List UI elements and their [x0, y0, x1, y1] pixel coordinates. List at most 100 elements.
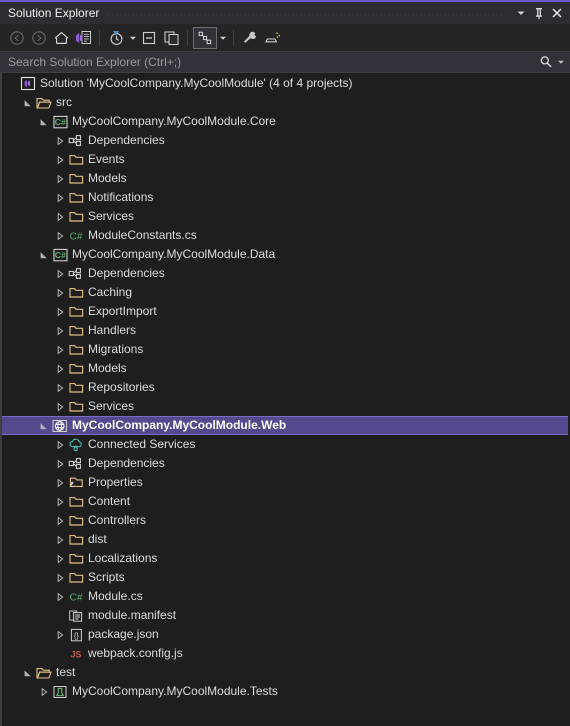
tree-row[interactable]: Localizations [2, 549, 570, 568]
tree-row-label: Services [88, 209, 135, 223]
chevron-collapsed-icon[interactable] [52, 321, 67, 340]
tree-row[interactable]: Dependencies [2, 131, 570, 150]
folder-icon [67, 511, 85, 530]
search-options-dropdown[interactable] [555, 51, 566, 73]
pending-changes-dropdown[interactable] [127, 27, 138, 49]
toolbar-separator [233, 29, 234, 46]
tree-row[interactable]: Services [2, 397, 570, 416]
tree-row[interactable]: MyCoolCompany.MyCoolModule.Tests [2, 682, 570, 701]
tree-row[interactable]: Solution 'MyCoolCompany.MyCoolModule' (4… [2, 74, 570, 93]
folder-icon [67, 397, 85, 416]
tree-row[interactable]: C# Module.cs [2, 587, 570, 606]
arrow-left-circle-icon [10, 30, 24, 45]
tree-row[interactable]: Models [2, 359, 570, 378]
tree-row[interactable]: Services [2, 207, 570, 226]
tree-row[interactable]: Connected Services [2, 435, 570, 454]
collapse-all-button[interactable] [138, 27, 160, 49]
chevron-collapsed-icon[interactable] [52, 397, 67, 416]
chevron-collapsed-icon[interactable] [52, 378, 67, 397]
tree-row[interactable]: MyCoolCompany.MyCoolModule.Web [2, 416, 568, 435]
tree-row[interactable]: Caching [2, 283, 570, 302]
pin-window-button[interactable] [530, 4, 548, 22]
chevron-expanded-icon[interactable] [36, 416, 51, 435]
tree-row[interactable]: {} package.json [2, 625, 570, 644]
chevron-collapsed-icon[interactable] [52, 169, 67, 188]
chevron-collapsed-icon[interactable] [52, 264, 67, 283]
tree-row[interactable]: dist [2, 530, 570, 549]
show-all-files-button[interactable] [193, 26, 217, 49]
toolbar-separator [187, 29, 188, 46]
chevron-collapsed-icon[interactable] [36, 682, 51, 701]
tree-row[interactable]: Repositories [2, 378, 570, 397]
chevron-collapsed-icon[interactable] [52, 530, 67, 549]
tree-row[interactable]: Notifications [2, 188, 570, 207]
tree-row[interactable]: Models [2, 169, 570, 188]
preview-selected-items-button[interactable] [261, 27, 283, 49]
svg-text:C#: C# [70, 231, 83, 242]
properties-window-button[interactable] [72, 27, 94, 49]
solution-explorer-panel: Solution Explorer Search Solution Explor… [0, 0, 570, 726]
chevron-collapsed-icon[interactable] [52, 207, 67, 226]
close-window-button[interactable] [548, 4, 566, 22]
tree-row[interactable]: C# MyCoolCompany.MyCoolModule.Data [2, 245, 570, 264]
chevron-collapsed-icon[interactable] [52, 150, 67, 169]
chevron-collapsed-icon[interactable] [52, 473, 67, 492]
tree-row[interactable]: Migrations [2, 340, 570, 359]
tree-row[interactable]: Properties [2, 473, 570, 492]
navigate-back-button[interactable] [6, 27, 28, 49]
chevron-expanded-icon[interactable] [36, 112, 51, 131]
tree-row[interactable]: Dependencies [2, 264, 570, 283]
tree-row[interactable]: Content [2, 492, 570, 511]
tree-row-label: Solution 'MyCoolCompany.MyCoolModule' (4… [40, 76, 353, 90]
chevron-collapsed-icon[interactable] [52, 454, 67, 473]
tree-row[interactable]: Handlers [2, 321, 570, 340]
chevron-collapsed-icon[interactable] [52, 435, 67, 454]
chevron-collapsed-icon[interactable] [52, 549, 67, 568]
window-menu-dropdown[interactable] [512, 4, 530, 22]
folder-icon [67, 492, 85, 511]
chevron-collapsed-icon[interactable] [52, 568, 67, 587]
chevron-collapsed-icon[interactable] [52, 226, 67, 245]
tree-row[interactable]: Dependencies [2, 454, 570, 473]
chevron-collapsed-icon[interactable] [52, 188, 67, 207]
dependencies-icon [67, 264, 85, 283]
csharp-project-icon: C# [51, 112, 69, 131]
tree-row[interactable]: C# ModuleConstants.cs [2, 226, 570, 245]
tree-row[interactable]: JS webpack.config.js [2, 644, 570, 663]
solution-tree[interactable]: Solution 'MyCoolCompany.MyCoolModule' (4… [0, 73, 570, 726]
chevron-collapsed-icon[interactable] [52, 625, 67, 644]
pending-changes-button[interactable] [105, 27, 127, 49]
chevron-collapsed-icon[interactable] [52, 492, 67, 511]
chevron-collapsed-icon[interactable] [52, 511, 67, 530]
tree-row[interactable]: ExportImport [2, 302, 570, 321]
tree-row-label: Handlers [88, 323, 137, 337]
tree-row[interactable]: src [2, 93, 570, 112]
tree-row[interactable]: Controllers [2, 511, 570, 530]
chevron-collapsed-icon[interactable] [52, 131, 67, 150]
chevron-collapsed-icon[interactable] [52, 340, 67, 359]
tree-expander-placeholder [52, 644, 67, 663]
tree-row[interactable]: Scripts [2, 568, 570, 587]
js-file-icon: JS [67, 644, 85, 663]
search-icon-button[interactable] [537, 53, 555, 71]
svg-text:{}: {} [73, 630, 79, 639]
home-button[interactable] [50, 27, 72, 49]
tree-row[interactable]: C# MyCoolCompany.MyCoolModule.Core [2, 112, 570, 131]
connected-services-icon [67, 435, 85, 454]
chevron-collapsed-icon[interactable] [52, 302, 67, 321]
tree-row[interactable]: module.manifest [2, 606, 570, 625]
properties-button[interactable] [239, 27, 261, 49]
chevron-collapsed-icon[interactable] [52, 283, 67, 302]
search-input[interactable] [8, 55, 537, 69]
chevron-collapsed-icon[interactable] [52, 359, 67, 378]
show-all-files-dropdown[interactable] [217, 27, 228, 49]
tree-row[interactable]: Events [2, 150, 570, 169]
new-solution-view-button[interactable] [160, 27, 182, 49]
search-bar[interactable] [0, 51, 570, 73]
navigate-forward-button[interactable] [28, 27, 50, 49]
chevron-expanded-icon[interactable] [36, 245, 51, 264]
chevron-expanded-icon[interactable] [20, 663, 35, 682]
tree-row[interactable]: test [2, 663, 570, 682]
chevron-collapsed-icon[interactable] [52, 587, 67, 606]
chevron-expanded-icon[interactable] [20, 93, 35, 112]
